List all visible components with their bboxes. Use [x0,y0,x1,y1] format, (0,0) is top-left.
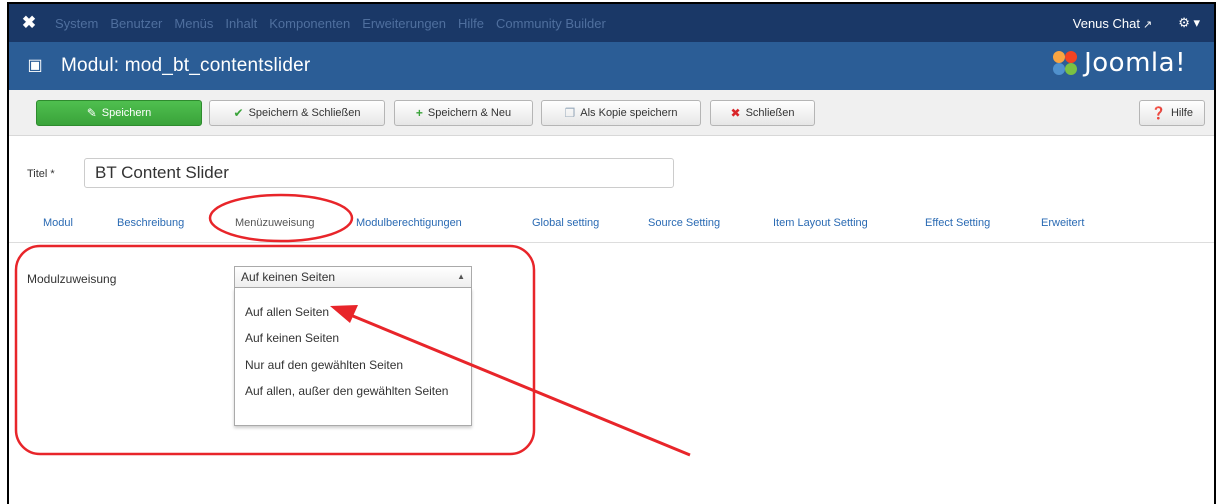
save-close-button-label: Speichern & Schließen [248,107,361,119]
option-selected-pages[interactable]: Nur auf den gewählten Seiten [245,358,465,372]
tab-modulberechtigungen[interactable]: Modulberechtigungen [356,217,462,229]
menu-item-community-builder[interactable]: Community Builder [490,16,612,31]
caret-up-icon: ▲ [457,272,465,281]
option-no-pages[interactable]: Auf keinen Seiten [245,331,465,345]
module-assignment-select[interactable]: Auf keinen Seiten ▲ [234,266,472,288]
close-button-label: Schließen [745,107,795,119]
tab-source-setting[interactable]: Source Setting [648,217,720,229]
help-button-label: Hilfe [1170,107,1193,119]
menu-item-system[interactable]: System [49,16,104,31]
assignment-dropdown: Auf allen Seiten Auf keinen Seiten Nur a… [234,288,472,426]
external-link-icon: ↗ [1142,18,1153,31]
menu-item-benutzer[interactable]: Benutzer [104,16,168,31]
tab-effect-setting[interactable]: Effect Setting [925,217,990,229]
save-new-button-label: Speichern & Neu [427,107,512,119]
menu-item-menues[interactable]: Menüs [168,16,219,31]
tab-modul[interactable]: Modul [43,217,73,229]
save-button-label: Speichern [101,107,152,119]
menu-item-hilfe[interactable]: Hilfe [452,16,490,31]
edit-icon: ✎ [86,106,97,120]
save-close-button[interactable]: ✔ Speichern & Schließen [209,100,385,126]
select-value: Auf keinen Seiten [241,270,336,284]
tab-beschreibung[interactable]: Beschreibung [117,217,184,229]
help-button[interactable]: ❓ Hilfe [1139,100,1205,126]
site-link-label: Venus Chat [1072,15,1140,31]
page-title: Modul: mod_bt_contentslider [61,55,311,76]
save-copy-button[interactable]: ❐ Als Kopie speichern [541,100,701,126]
title-input[interactable] [84,158,674,188]
site-link[interactable]: Venus Chat ↗ [1073,16,1152,31]
joomla-logo-icon [1053,51,1078,75]
tab-global-setting[interactable]: Global setting [532,217,599,229]
menu-item-inhalt[interactable]: Inhalt [219,16,263,31]
option-all-pages[interactable]: Auf allen Seiten [245,305,465,319]
tab-item-layout-setting[interactable]: Item Layout Setting [773,217,868,229]
main-menu: System Benutzer Menüs Inhalt Komponenten… [49,16,612,31]
plus-icon: + [415,106,423,120]
tab-erweitert[interactable]: Erweitert [1041,217,1084,229]
navbar-right: Venus Chat ↗ ⚙ ▾ [1073,4,1200,42]
page-header: ▣ Modul: mod_bt_contentslider Joomla! [9,42,1214,90]
gear-icon[interactable]: ⚙ ▾ [1178,15,1200,31]
tab-bar: Modul Beschreibung Menüzuweisung Modulbe… [9,205,1214,243]
joomla-menu-icon[interactable]: ✖ [9,13,49,33]
cancel-icon: ✖ [730,106,741,120]
help-icon: ❓ [1151,106,1166,120]
top-navbar: ✖ System Benutzer Menüs Inhalt Komponent… [9,4,1214,42]
copy-icon: ❐ [564,106,576,120]
menu-item-erweiterungen[interactable]: Erweiterungen [356,16,452,31]
module-cube-icon: ▣ [27,57,43,74]
joomla-brand: Joomla! [1050,48,1186,78]
toolbar: ✎ Speichern ✔ Speichern & Schließen + Sp… [9,90,1214,136]
joomla-wordmark: Joomla! [1084,48,1186,78]
browser-frame: ✖ System Benutzer Menüs Inhalt Komponent… [7,2,1216,504]
option-all-except-selected[interactable]: Auf allen, außer den gewählten Seiten [245,384,465,398]
tab-menuezuweisung[interactable]: Menüzuweisung [235,217,315,229]
check-icon: ✔ [233,106,244,120]
module-assignment-label: Modulzuweisung [27,272,117,286]
save-copy-button-label: Als Kopie speichern [580,107,678,119]
save-button[interactable]: ✎ Speichern [36,100,202,126]
menu-item-komponenten[interactable]: Komponenten [263,16,356,31]
title-label: Titel * [27,168,55,180]
close-button[interactable]: ✖ Schließen [710,100,815,126]
save-new-button[interactable]: + Speichern & Neu [394,100,533,126]
